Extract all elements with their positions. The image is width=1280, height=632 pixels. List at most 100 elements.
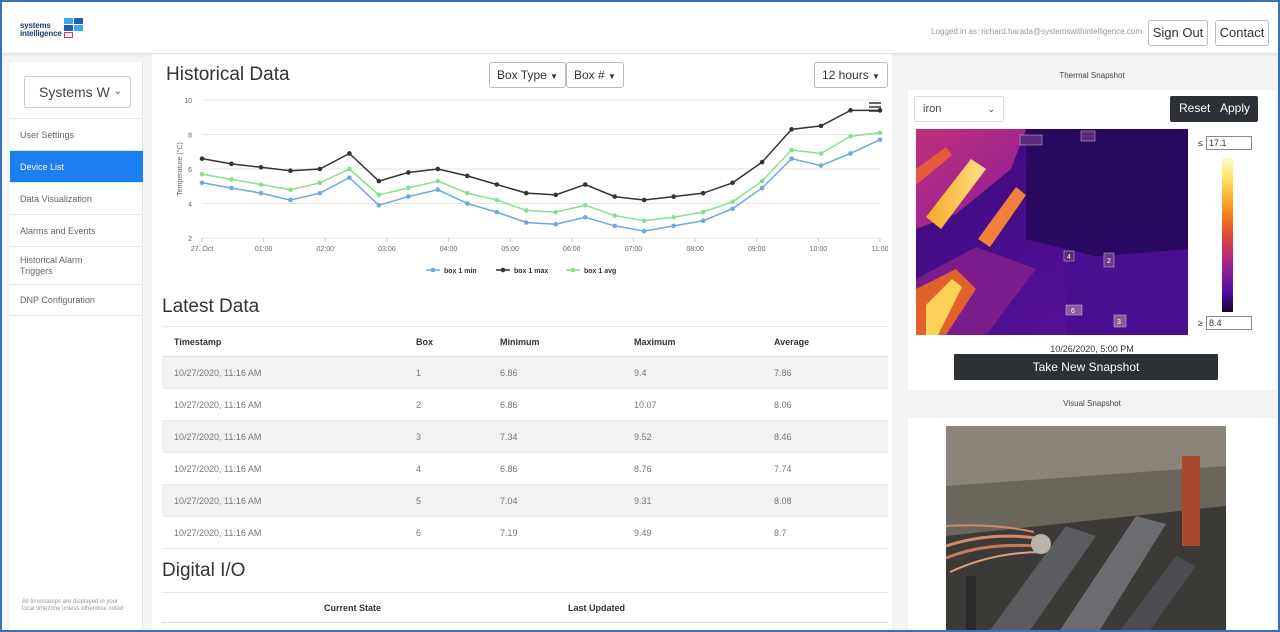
reset-button[interactable]: Reset [1179, 101, 1210, 115]
data-point[interactable] [553, 221, 559, 227]
data-point[interactable] [406, 170, 411, 175]
data-point[interactable] [641, 228, 647, 234]
data-point[interactable] [406, 194, 411, 199]
data-point[interactable] [229, 185, 234, 191]
min-value-input[interactable]: 8.4 [1206, 316, 1252, 330]
sign-out-button[interactable]: Sign Out [1148, 20, 1208, 46]
data-point[interactable] [612, 223, 617, 229]
data-point[interactable] [730, 180, 735, 186]
data-point[interactable] [582, 215, 588, 220]
take-new-snapshot-button[interactable]: Take New Snapshot [954, 354, 1218, 380]
data-point[interactable] [789, 127, 794, 132]
sidebar-item-user-settings[interactable]: User Settings [10, 118, 143, 150]
data-point[interactable] [612, 213, 617, 218]
table-row: 10/27/2020, 11:16 AM 3 7.34 9.52 8.46 [162, 420, 888, 453]
data-point[interactable] [671, 223, 676, 229]
data-point[interactable] [877, 137, 883, 142]
data-point[interactable] [376, 178, 382, 184]
box-number-dropdown[interactable]: Box # ▼ [566, 62, 624, 88]
data-point[interactable] [347, 151, 352, 156]
data-point[interactable] [317, 190, 323, 196]
data-point[interactable] [818, 123, 824, 129]
data-point[interactable] [553, 192, 559, 198]
data-point[interactable] [347, 175, 352, 180]
data-point[interactable] [494, 182, 500, 187]
data-point[interactable] [582, 202, 588, 208]
data-point[interactable] [317, 180, 323, 186]
data-point[interactable] [435, 178, 441, 184]
data-point[interactable] [465, 190, 470, 196]
data-point[interactable] [523, 208, 529, 213]
data-point[interactable] [818, 163, 824, 168]
data-point[interactable] [641, 197, 647, 203]
data-point[interactable] [229, 177, 234, 182]
data-point[interactable] [700, 209, 706, 215]
visual-snapshot-header: Visual Snapshot [908, 390, 1276, 418]
data-point[interactable] [848, 133, 853, 139]
data-point[interactable] [288, 187, 293, 192]
data-point[interactable] [877, 108, 883, 113]
site-select[interactable]: Systems W ⌄ [24, 76, 131, 108]
data-point[interactable] [671, 215, 676, 220]
company-logo[interactable]: systems intelligence [20, 16, 96, 42]
legend-label[interactable]: box 1 max [514, 268, 548, 275]
contact-button[interactable]: Contact [1215, 20, 1269, 46]
data-point[interactable] [759, 185, 765, 191]
data-point[interactable] [465, 201, 470, 206]
data-point[interactable] [376, 192, 382, 198]
data-point[interactable] [435, 166, 441, 172]
data-point[interactable] [523, 190, 529, 196]
page: systems intelligence Logged in as: richa… [0, 0, 1280, 632]
data-point[interactable] [789, 147, 794, 153]
data-point[interactable] [759, 159, 765, 165]
max-value-input[interactable]: 17.1 [1206, 136, 1252, 150]
data-point[interactable] [759, 178, 765, 184]
data-point[interactable] [465, 173, 470, 179]
data-point[interactable] [199, 180, 205, 186]
data-point[interactable] [789, 156, 794, 161]
data-point[interactable] [582, 182, 588, 187]
data-point[interactable] [229, 161, 234, 167]
data-point[interactable] [258, 190, 264, 196]
data-point[interactable] [376, 202, 382, 208]
data-point[interactable] [494, 209, 500, 215]
data-point[interactable] [848, 108, 853, 113]
data-point[interactable] [258, 164, 264, 170]
legend-label[interactable]: box 1 min [444, 268, 477, 275]
apply-button[interactable]: Apply [1220, 101, 1250, 115]
data-point[interactable] [523, 220, 529, 225]
sidebar-item-dnp-configuration[interactable]: DNP Configuration [10, 284, 143, 316]
data-point[interactable] [700, 190, 706, 196]
cell-maximum: 9.31 [622, 484, 762, 517]
data-point[interactable] [317, 166, 323, 172]
data-point[interactable] [641, 218, 647, 224]
data-point[interactable] [435, 187, 441, 192]
data-point[interactable] [671, 194, 676, 199]
box-type-dropdown[interactable]: Box Type ▼ [489, 62, 567, 88]
data-point[interactable] [494, 197, 500, 203]
legend-label[interactable]: box 1 avg [584, 268, 616, 275]
data-point[interactable] [406, 185, 411, 191]
data-point[interactable] [700, 218, 706, 224]
data-point[interactable] [199, 156, 205, 161]
col-header-box: Box [404, 326, 488, 357]
data-point[interactable] [730, 206, 735, 211]
data-point[interactable] [848, 151, 853, 156]
data-point[interactable] [288, 197, 293, 203]
sidebar: Systems W ⌄ User Settings Device List Da… [10, 62, 143, 630]
sidebar-item-data-visualization[interactable]: Data Visualization [10, 182, 143, 214]
data-point[interactable] [347, 166, 352, 172]
sidebar-item-device-list[interactable]: Device List [10, 150, 143, 182]
sidebar-item-historical-alarm-triggers[interactable]: Historical Alarm Triggers [10, 246, 143, 284]
data-point[interactable] [553, 209, 559, 215]
data-point[interactable] [612, 194, 617, 199]
data-point[interactable] [288, 168, 293, 174]
data-point[interactable] [877, 130, 883, 136]
time-range-dropdown[interactable]: 12 hours ▼ [814, 62, 888, 88]
data-point[interactable] [730, 199, 735, 205]
data-point[interactable] [258, 182, 264, 187]
data-point[interactable] [199, 171, 205, 177]
palette-select[interactable]: iron ⌄ [914, 96, 1004, 122]
data-point[interactable] [818, 151, 824, 156]
sidebar-item-alarms-events[interactable]: Alarms and Events [10, 214, 143, 246]
